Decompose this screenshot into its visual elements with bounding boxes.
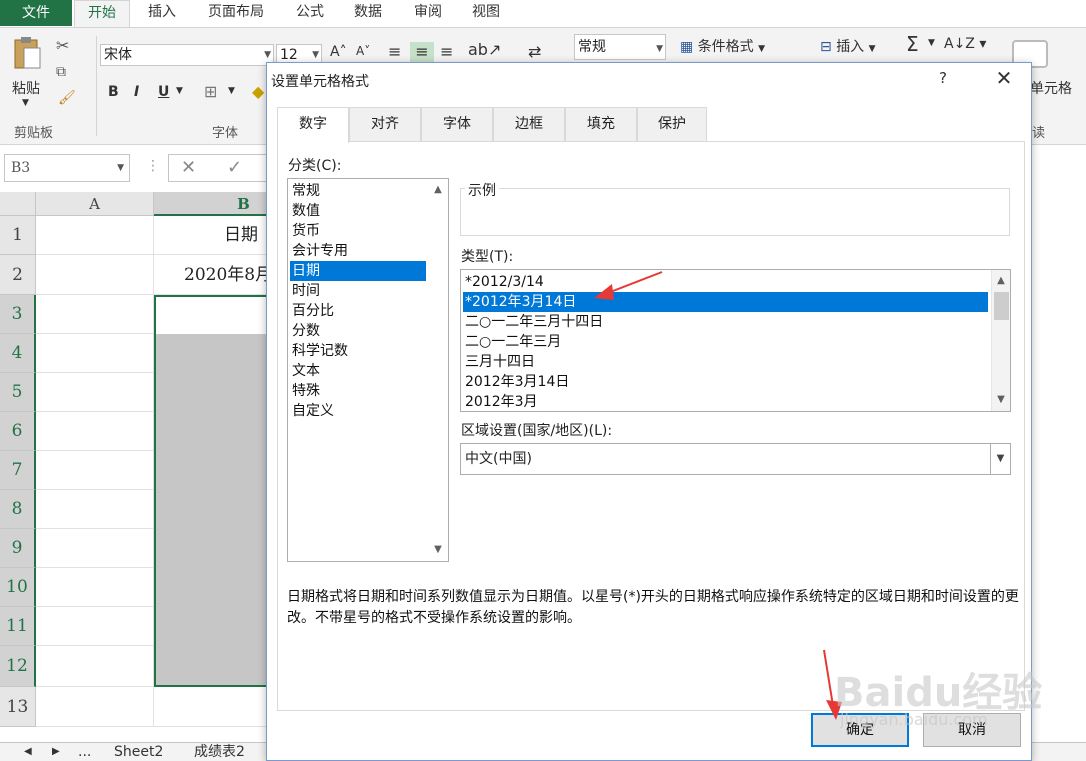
baidu-watermark-url: jingyan.baidu.com bbox=[840, 710, 988, 729]
arrow-to-type-icon bbox=[594, 271, 663, 300]
tab-number[interactable]: 数字 bbox=[277, 107, 349, 143]
annotation-arrows bbox=[594, 271, 842, 720]
